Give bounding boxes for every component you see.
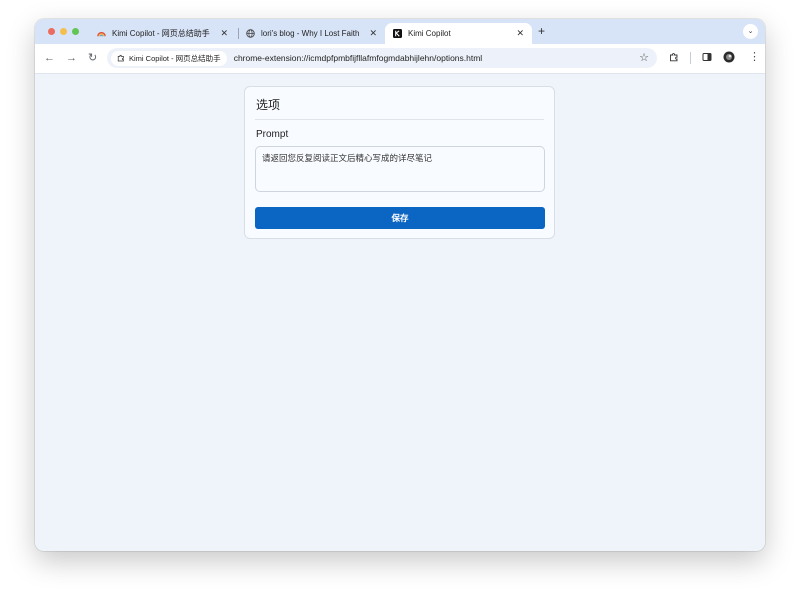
tab-close-icon[interactable]: ✕ (369, 28, 377, 39)
tab-close-icon[interactable]: ✕ (516, 28, 524, 39)
new-tab-button[interactable]: + (538, 24, 545, 38)
options-page: 选项 Prompt 请返回您反复阅读正文后精心写成的详尽笔记 保存 (35, 74, 765, 551)
page-title: 选项 (256, 98, 281, 112)
browser-toolbar: ← → ↻ Kimi Copilot - 网页总结助手 chrome-exten… (35, 44, 765, 74)
tab-title: lori's blog - Why I Lost Faith (261, 29, 360, 38)
browser-menu-icon[interactable]: ⋮ (749, 50, 760, 64)
site-chip-label: Kimi Copilot - 网页总结助手 (129, 53, 221, 63)
profile-avatar-icon[interactable] (723, 51, 735, 63)
side-panel-icon[interactable] (702, 52, 712, 62)
minimize-window-button[interactable] (60, 28, 67, 35)
tab-title: Kimi Copilot (408, 29, 451, 38)
extensions-icon[interactable] (669, 52, 679, 62)
kimi-k-icon (393, 29, 402, 38)
puzzle-icon (117, 54, 124, 62)
toolbar-divider (690, 52, 691, 64)
maximize-window-button[interactable] (72, 28, 79, 35)
save-button[interactable]: 保存 (255, 207, 545, 229)
close-window-button[interactable] (48, 28, 55, 35)
browser-window: Kimi Copilot - 网页总结助手 ✕ lori's blog - Wh… (35, 19, 765, 551)
globe-icon (246, 29, 255, 38)
tab-title: Kimi Copilot - 网页总结助手 (112, 29, 210, 38)
reload-button[interactable]: ↻ (88, 51, 97, 65)
back-button[interactable]: ← (44, 51, 55, 65)
address-bar[interactable]: Kimi Copilot - 网页总结助手 chrome-extension:/… (107, 48, 657, 68)
rainbow-icon (97, 31, 106, 37)
prompt-textarea[interactable]: 请返回您反复阅读正文后精心写成的详尽笔记 (255, 146, 545, 192)
tab-kimi-copilot-summary[interactable]: Kimi Copilot - 网页总结助手 ✕ (89, 23, 236, 44)
tab-strip: Kimi Copilot - 网页总结助手 ✕ lori's blog - Wh… (35, 19, 765, 44)
site-info-chip[interactable]: Kimi Copilot - 网页总结助手 (111, 50, 227, 66)
tab-close-icon[interactable]: ✕ (220, 28, 228, 39)
prompt-label: Prompt (256, 129, 289, 140)
title-divider (255, 119, 544, 120)
bookmark-star-icon[interactable]: ☆ (639, 51, 649, 64)
tab-kimi-copilot[interactable]: Kimi Copilot ✕ (385, 23, 532, 44)
tab-search-button[interactable]: ⌄ (743, 24, 758, 39)
tab-loris-blog[interactable]: lori's blog - Why I Lost Faith ✕ (238, 23, 385, 44)
options-card: 选项 Prompt 请返回您反复阅读正文后精心写成的详尽笔记 保存 (244, 86, 555, 239)
url-text[interactable]: chrome-extension://icmdpfpmbfijfllafmfog… (234, 53, 483, 63)
forward-button[interactable]: → (66, 51, 77, 65)
